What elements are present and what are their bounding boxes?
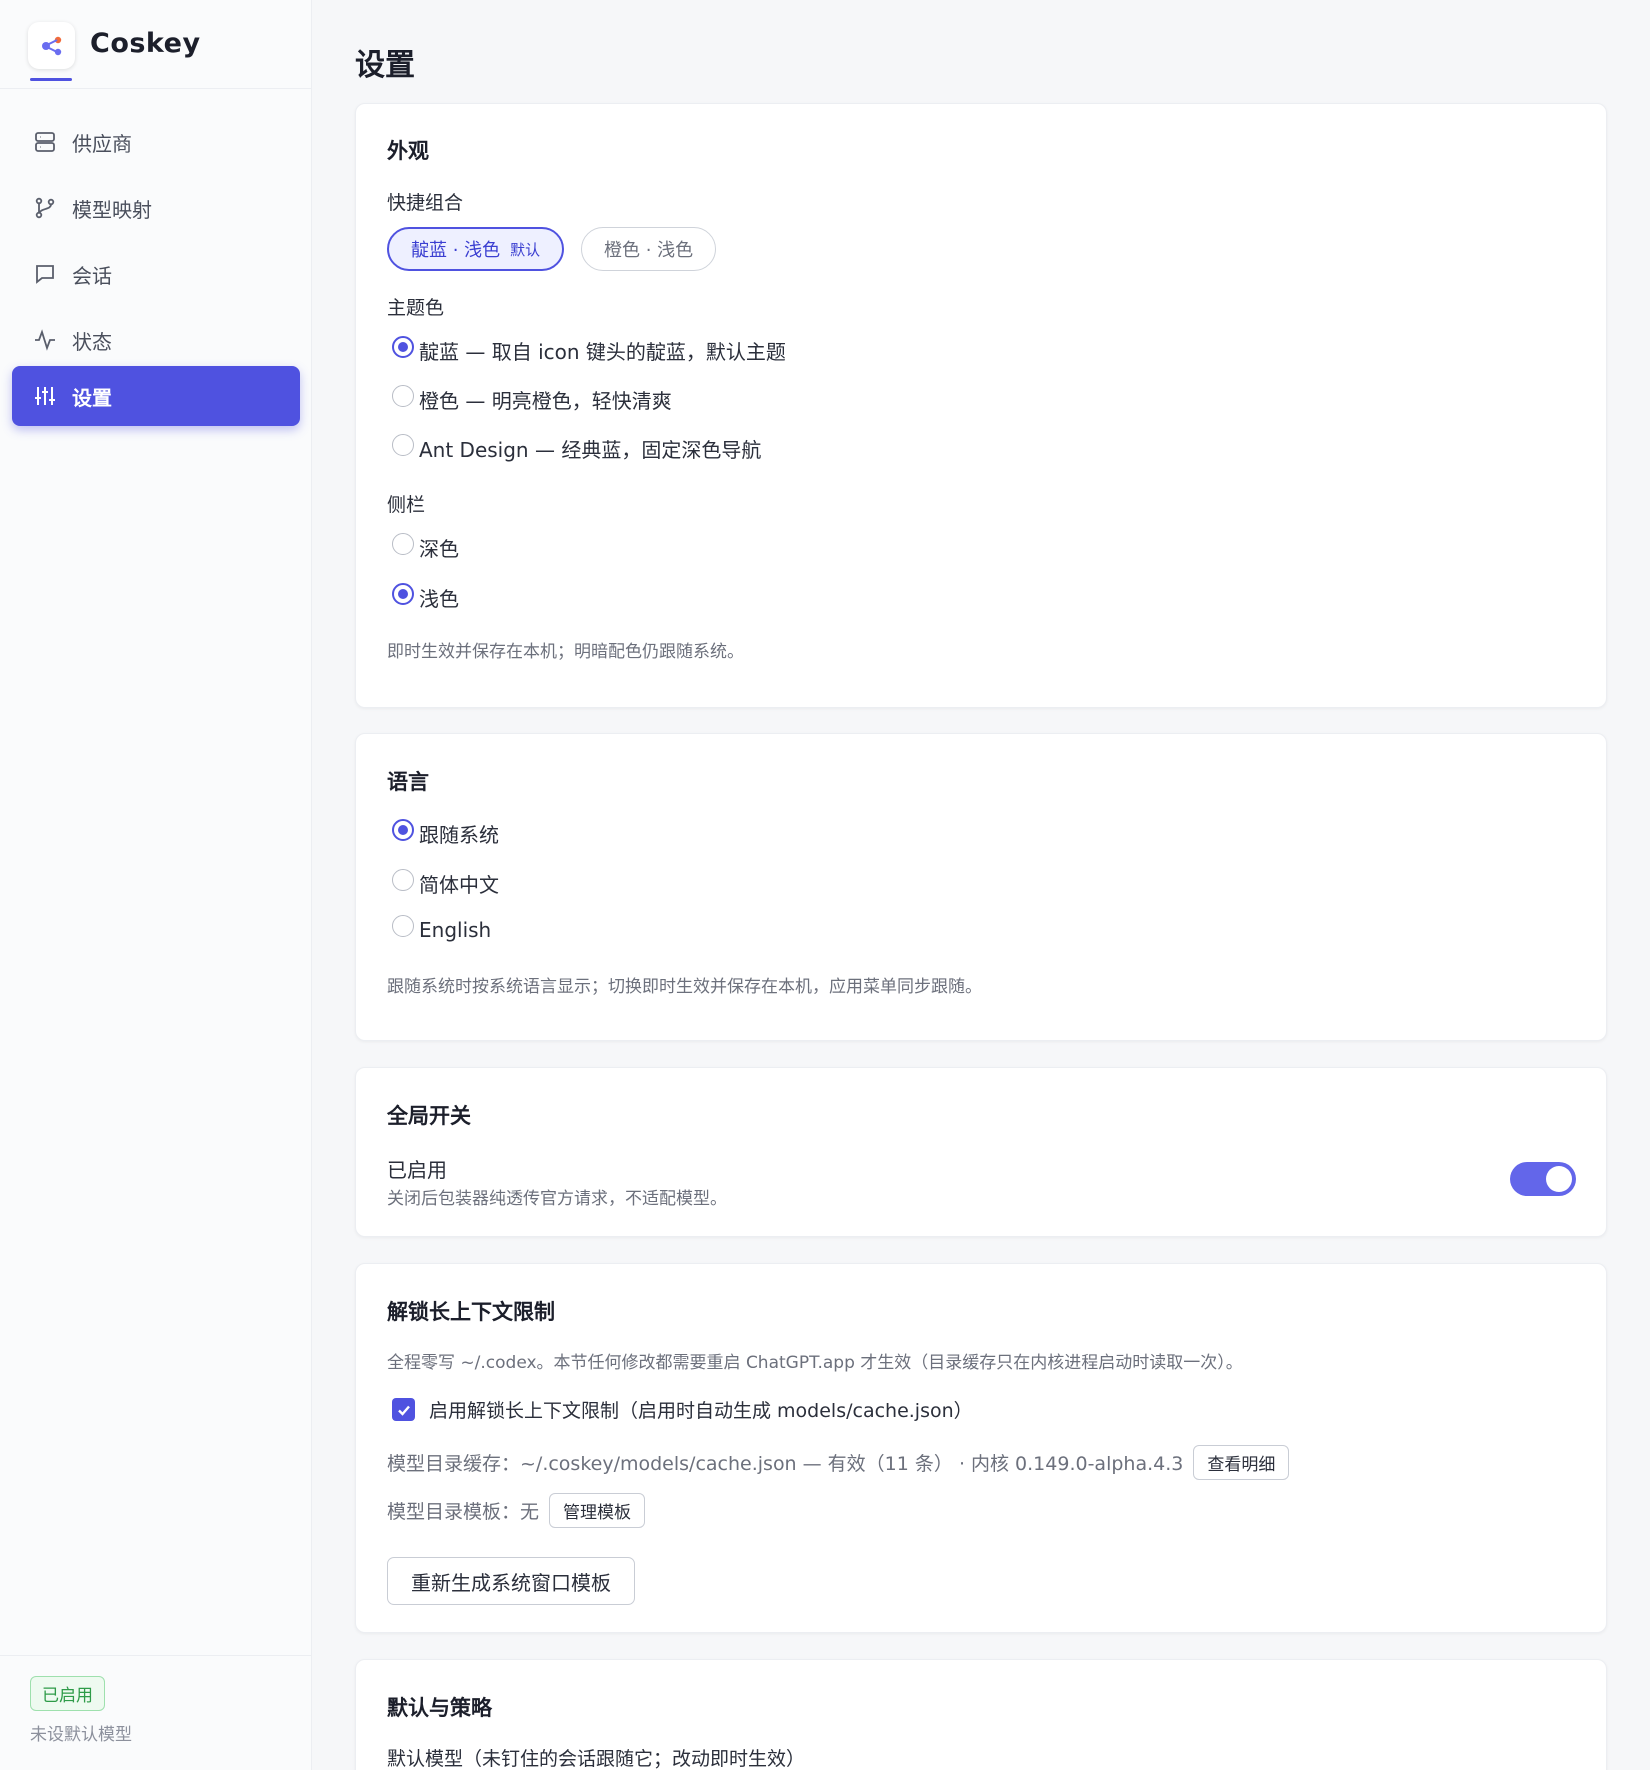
nav-item-providers[interactable]: 供应商 [12,112,300,172]
app-name: Coskey [90,28,201,59]
preset-indigo-light[interactable]: 靛蓝 · 浅色 默认 [387,227,565,271]
chip-label: 靛蓝 · 浅色 [411,240,501,261]
radio-button[interactable] [392,335,414,358]
card-title: 语言 [387,770,429,794]
sidebar-option-light[interactable]: 浅色 [392,582,459,612]
card-title: 解锁长上下文限制 [387,1300,555,1324]
switch-status: 已启用 [387,1158,447,1182]
default-model-label: 默认模型（未钉住的会话跟随它；改动即时生效） [387,1748,806,1770]
radio-button[interactable] [392,433,414,456]
card-title: 外观 [387,139,429,163]
sidebar-option-dark[interactable]: 深色 [392,532,459,562]
unlock-desc: 全程零写 ~/.codex。本节任何修改都需要重启 ChatGPT.app 才生… [387,1353,1243,1373]
defaults-card: 默认与策略 默认模型（未钉住的会话跟随它；改动即时生效） [355,1659,1607,1770]
main-content: 设置 外观 快捷组合 靛蓝 · 浅色 默认 橙色 · 浅色 主题色 靛蓝 — 取… [312,0,1650,1770]
server-icon [32,129,58,155]
radio-button[interactable] [392,915,414,937]
language-hint: 跟随系统时按系统语言显示；切换即时生效并保存在本机，应用菜单同步跟随。 [387,977,982,997]
chip-label: 橙色 · 浅色 [604,240,694,261]
theme-option-antd[interactable]: Ant Design — 经典蓝，固定深色导航 [392,433,762,463]
nav-label: 模型映射 [72,197,152,222]
language-option-system[interactable]: 跟随系统 [392,818,499,848]
theme-option-indigo[interactable]: 靛蓝 — 取自 icon 键头的靛蓝，默认主题 [392,335,786,365]
card-title: 默认与策略 [387,1696,492,1720]
nav-label: 设置 [72,385,112,410]
cache-status-text: 模型目录缓存：~/.coskey/models/cache.json — 有效（… [387,1453,1184,1475]
radio-label: 靛蓝 — 取自 icon 键头的靛蓝，默认主题 [419,340,786,364]
app-logo-icon [28,22,75,69]
unlock-checkbox-row[interactable]: 启用解锁长上下文限制（启用时自动生成 models/cache.json） [392,1396,973,1423]
radio-button[interactable] [392,818,414,841]
brand-underline [30,78,72,81]
card-title: 全局开关 [387,1104,471,1128]
toggle-knob [1546,1166,1572,1192]
nav-label: 供应商 [72,131,132,156]
language-card: 语言 跟随系统 简体中文 English 跟随系统时按系统语言显示；切换即时生效… [355,733,1607,1041]
sidebar-footer: 已启用 未设默认模型 [0,1655,312,1770]
theme-label: 主题色 [387,297,445,319]
appearance-hint: 即时生效并保存在本机；明暗配色仍跟随系统。 [387,642,744,662]
branch-icon [32,195,58,221]
nav-item-sessions[interactable]: 会话 [12,244,300,304]
sidebar: Coskey 供应商 模型映射 会话 状态 设置 已启用 未设默认模型 [0,0,312,1770]
template-info-row: 模型目录模板：无 管理模板 [387,1493,646,1528]
radio-button[interactable] [392,532,414,555]
template-status-text: 模型目录模板：无 [387,1501,540,1523]
appearance-card: 外观 快捷组合 靛蓝 · 浅色 默认 橙色 · 浅色 主题色 靛蓝 — 取自 i… [355,103,1607,708]
preset-orange-light[interactable]: 橙色 · 浅色 [581,227,717,271]
presets-label: 快捷组合 [387,192,464,214]
unlock-checkbox[interactable] [392,1398,415,1421]
radio-label: 浅色 [419,587,459,611]
radio-button[interactable] [392,384,414,407]
activity-icon [32,327,58,353]
nav-label: 状态 [72,329,112,354]
view-details-button[interactable]: 查看明细 [1193,1445,1290,1480]
cache-info-row: 模型目录缓存：~/.coskey/models/cache.json — 有效（… [387,1445,1290,1480]
preset-chips: 靛蓝 · 浅色 默认 橙色 · 浅色 [387,227,987,273]
default-tag: 默认 [510,240,541,259]
status-badge: 已启用 [30,1676,105,1711]
language-option-zh[interactable]: 简体中文 [392,868,499,898]
regenerate-template-button[interactable]: 重新生成系统窗口模板 [387,1557,635,1605]
global-switch-card: 全局开关 已启用 关闭后包装器纯透传官方请求，不适配模型。 [355,1067,1607,1237]
sliders-icon [32,383,58,409]
nav-item-model-mapping[interactable]: 模型映射 [12,178,300,238]
unlock-context-card: 解锁长上下文限制 全程零写 ~/.codex。本节任何修改都需要重启 ChatG… [355,1263,1607,1633]
nav-item-settings[interactable]: 设置 [12,366,300,426]
page-title: 设置 [355,48,415,83]
radio-label: 橙色 — 明亮橙色，轻快清爽 [419,389,672,413]
theme-option-orange[interactable]: 橙色 — 明亮橙色，轻快清爽 [392,384,672,414]
global-enable-toggle[interactable] [1510,1162,1576,1196]
language-option-en[interactable]: English [392,915,492,942]
radio-label: 跟随系统 [419,823,499,847]
radio-label: English [419,918,492,942]
switch-desc: 关闭后包装器纯透传官方请求，不适配模型。 [387,1189,727,1209]
checkbox-label: 启用解锁长上下文限制（启用时自动生成 models/cache.json） [429,1400,973,1422]
radio-button[interactable] [392,868,414,891]
radio-label: Ant Design — 经典蓝，固定深色导航 [419,438,762,462]
check-icon [397,1405,410,1416]
radio-button[interactable] [392,582,414,605]
nav-item-status[interactable]: 状态 [12,310,300,370]
chat-icon [32,261,58,287]
nav-label: 会话 [72,263,112,288]
radio-label: 简体中文 [419,873,499,897]
sidebar-style-label: 侧栏 [387,494,426,516]
manage-templates-button[interactable]: 管理模板 [549,1493,646,1528]
brand: Coskey [0,0,311,89]
default-model-note: 未设默认模型 [30,1725,132,1745]
radio-label: 深色 [419,537,459,561]
